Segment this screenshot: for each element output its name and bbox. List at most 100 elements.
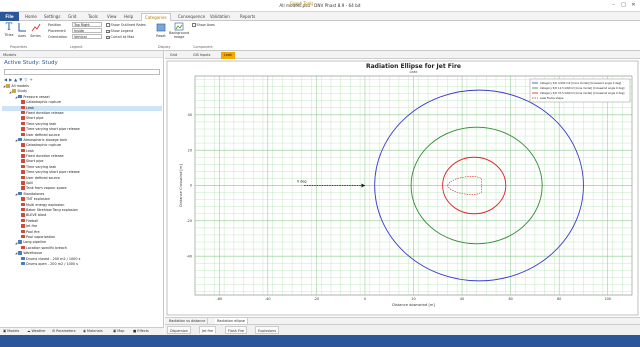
tree-item-label: Pool fire — [26, 229, 40, 234]
x-tick-label: 80 — [557, 297, 561, 301]
y-tick-label: -40 — [186, 254, 192, 258]
radiation-ellipse-chart: Radiation Ellipse for Jet FireLeak -60 -40… — [166, 60, 639, 316]
doc-tab-gis-inputs[interactable]: GIS Inputs — [190, 52, 213, 59]
tab-tools[interactable]: Tools — [88, 13, 98, 21]
add-icon[interactable]: + — [29, 77, 34, 82]
placement-select[interactable]: Inside — [72, 28, 102, 33]
tree-item-label: Multi energy explosion — [26, 202, 65, 207]
tree-item-label: Warehouse — [23, 251, 43, 256]
tab-consequence[interactable]: Consequence — [178, 13, 205, 21]
show-legend-checkbox[interactable]: ✓Show Legend — [106, 29, 133, 33]
tree-item-label: Catastrophic rupture — [26, 143, 62, 148]
expand-icon[interactable]: ◢ — [3, 84, 5, 88]
doc-tab-grid[interactable]: Grid — [167, 52, 180, 59]
vessel-icon — [18, 137, 22, 142]
scenario-icon — [21, 256, 25, 260]
reset-button[interactable]: Reset — [154, 22, 168, 38]
ribbon: T Titles Axes Series Properties Position… — [0, 21, 640, 51]
position-select[interactable]: Top Right — [72, 22, 102, 27]
group-display: Display — [158, 45, 171, 49]
axes-button[interactable]: Axes — [16, 22, 28, 38]
series-button[interactable]: Series — [29, 22, 42, 38]
y-axis-label: Distance Crosswind [m] — [179, 164, 183, 207]
tab-map[interactable]: ▣ Map — [113, 329, 124, 333]
scenario-icon — [21, 175, 25, 180]
tab-effects[interactable]: ■ Effects — [133, 329, 149, 333]
tree-item-label: Study — [17, 89, 28, 94]
outlined-rates-checkbox[interactable]: Show Outlined Rates — [106, 23, 146, 27]
tab-parameters-label: Parameters — [56, 329, 76, 333]
result-tab-explosions[interactable]: Explosions — [255, 326, 280, 334]
scenario-icon — [21, 164, 25, 169]
tab-categories[interactable]: Categories — [141, 13, 171, 21]
tab-map-label: Map — [117, 329, 125, 333]
tree-item-label: Time varying leak — [26, 121, 57, 126]
tree-item-label: TNT explosion — [26, 197, 50, 202]
result-tab-dispersion[interactable]: Dispersion — [167, 326, 191, 334]
titles-button[interactable]: T Titles — [3, 22, 15, 37]
background-image-button[interactable]: Background image — [169, 22, 189, 39]
y-tick-label: 0 — [190, 184, 192, 188]
curtail-max-label: Curtail at Max — [110, 35, 135, 39]
expand-icon[interactable]: ◢ — [15, 192, 17, 196]
tab-grid[interactable]: Grid — [68, 13, 76, 21]
ribbon-tabs: File Home Settings Grid Tools View Help … — [0, 12, 640, 21]
scenario-icon — [21, 207, 25, 212]
tree-item-label: Catastrophic rupture — [26, 100, 62, 105]
placement-label: Placement — [48, 29, 66, 33]
document-tabs: Grid GIS Inputs Leak — [165, 51, 640, 59]
tab-reports[interactable]: Reports — [240, 13, 255, 21]
expand-icon[interactable]: ◢ — [15, 241, 17, 245]
doc-tab-leak[interactable]: Leak — [221, 52, 235, 59]
tree-item-label: Jet fire — [26, 224, 38, 229]
show-axes-checkbox[interactable]: Show Axes — [192, 23, 215, 27]
expand-icon[interactable]: ◢ — [9, 90, 11, 94]
window-title: All models.psu - DNV Phast 8.9 - 64 bit — [279, 3, 361, 8]
scenario-icon — [21, 132, 25, 137]
curtail-max-checkbox[interactable]: ✓Curtail at Max — [106, 35, 134, 39]
titles-label: Titles — [4, 33, 14, 37]
tree-item-label: Atmospheric storage tank — [23, 138, 68, 143]
expand-icon[interactable]: ◢ — [15, 138, 17, 142]
tab-weather[interactable]: ☁ Weather — [27, 329, 46, 333]
scenario-icon — [21, 245, 25, 250]
maximize-icon[interactable]: □ — [619, 2, 628, 9]
tab-parameters[interactable]: ⚙ Parameters — [52, 329, 76, 333]
scenario-icon — [21, 170, 25, 174]
tree-item-label: Fixed duration release — [26, 154, 64, 159]
scenario-icon — [21, 202, 25, 207]
vessel-icon — [18, 191, 22, 196]
scenario-icon — [21, 181, 25, 185]
x-axis-label: Distance downwind [m] — [392, 303, 435, 307]
group-component: Component — [193, 45, 213, 49]
close-icon[interactable]: ✕ — [629, 2, 638, 9]
x-tick-label: 40 — [460, 297, 464, 301]
result-tab-flash-fire[interactable]: Flash Fire — [225, 326, 248, 334]
tab-view[interactable]: View — [107, 13, 117, 21]
check-icon: ✓ — [106, 35, 110, 40]
tab-settings[interactable]: Settings — [44, 13, 60, 21]
tree-item-label: Location specific breach — [26, 245, 67, 250]
tree-item-label: Leak — [26, 105, 34, 110]
legend-label: Category 5/D 37.5 kW/m2 [Cone model] [Cr… — [540, 91, 624, 95]
scenario-icon — [21, 186, 25, 190]
tab-help[interactable]: Help — [124, 13, 133, 21]
tab-validation[interactable]: Validation — [210, 13, 230, 21]
tree-item-label: Pool vaporization — [26, 235, 56, 240]
tab-home[interactable]: Home — [25, 13, 37, 21]
legend-label: Leak Flame shape — [540, 96, 564, 100]
expand-icon[interactable]: ◢ — [15, 95, 17, 99]
axes-icon — [18, 23, 26, 32]
orientation-select[interactable]: Vertical — [72, 34, 102, 39]
scenario-icon — [21, 213, 25, 217]
study-search-input[interactable] — [4, 69, 160, 75]
checkbox-icon — [192, 23, 196, 27]
expand-icon[interactable]: ◢ — [15, 251, 17, 255]
tree-item[interactable]: Drums open - 200 m2 / 1000 s — [2, 261, 162, 267]
tab-file[interactable]: File — [0, 12, 19, 21]
check-icon: ✓ — [106, 29, 110, 34]
tab-models[interactable]: ▣ Models — [3, 329, 19, 333]
tab-materials[interactable]: ◉ Materials — [83, 329, 103, 333]
minimize-icon[interactable]: – — [609, 2, 618, 9]
result-tab-jet-fire[interactable]: Jet fire — [199, 326, 217, 334]
